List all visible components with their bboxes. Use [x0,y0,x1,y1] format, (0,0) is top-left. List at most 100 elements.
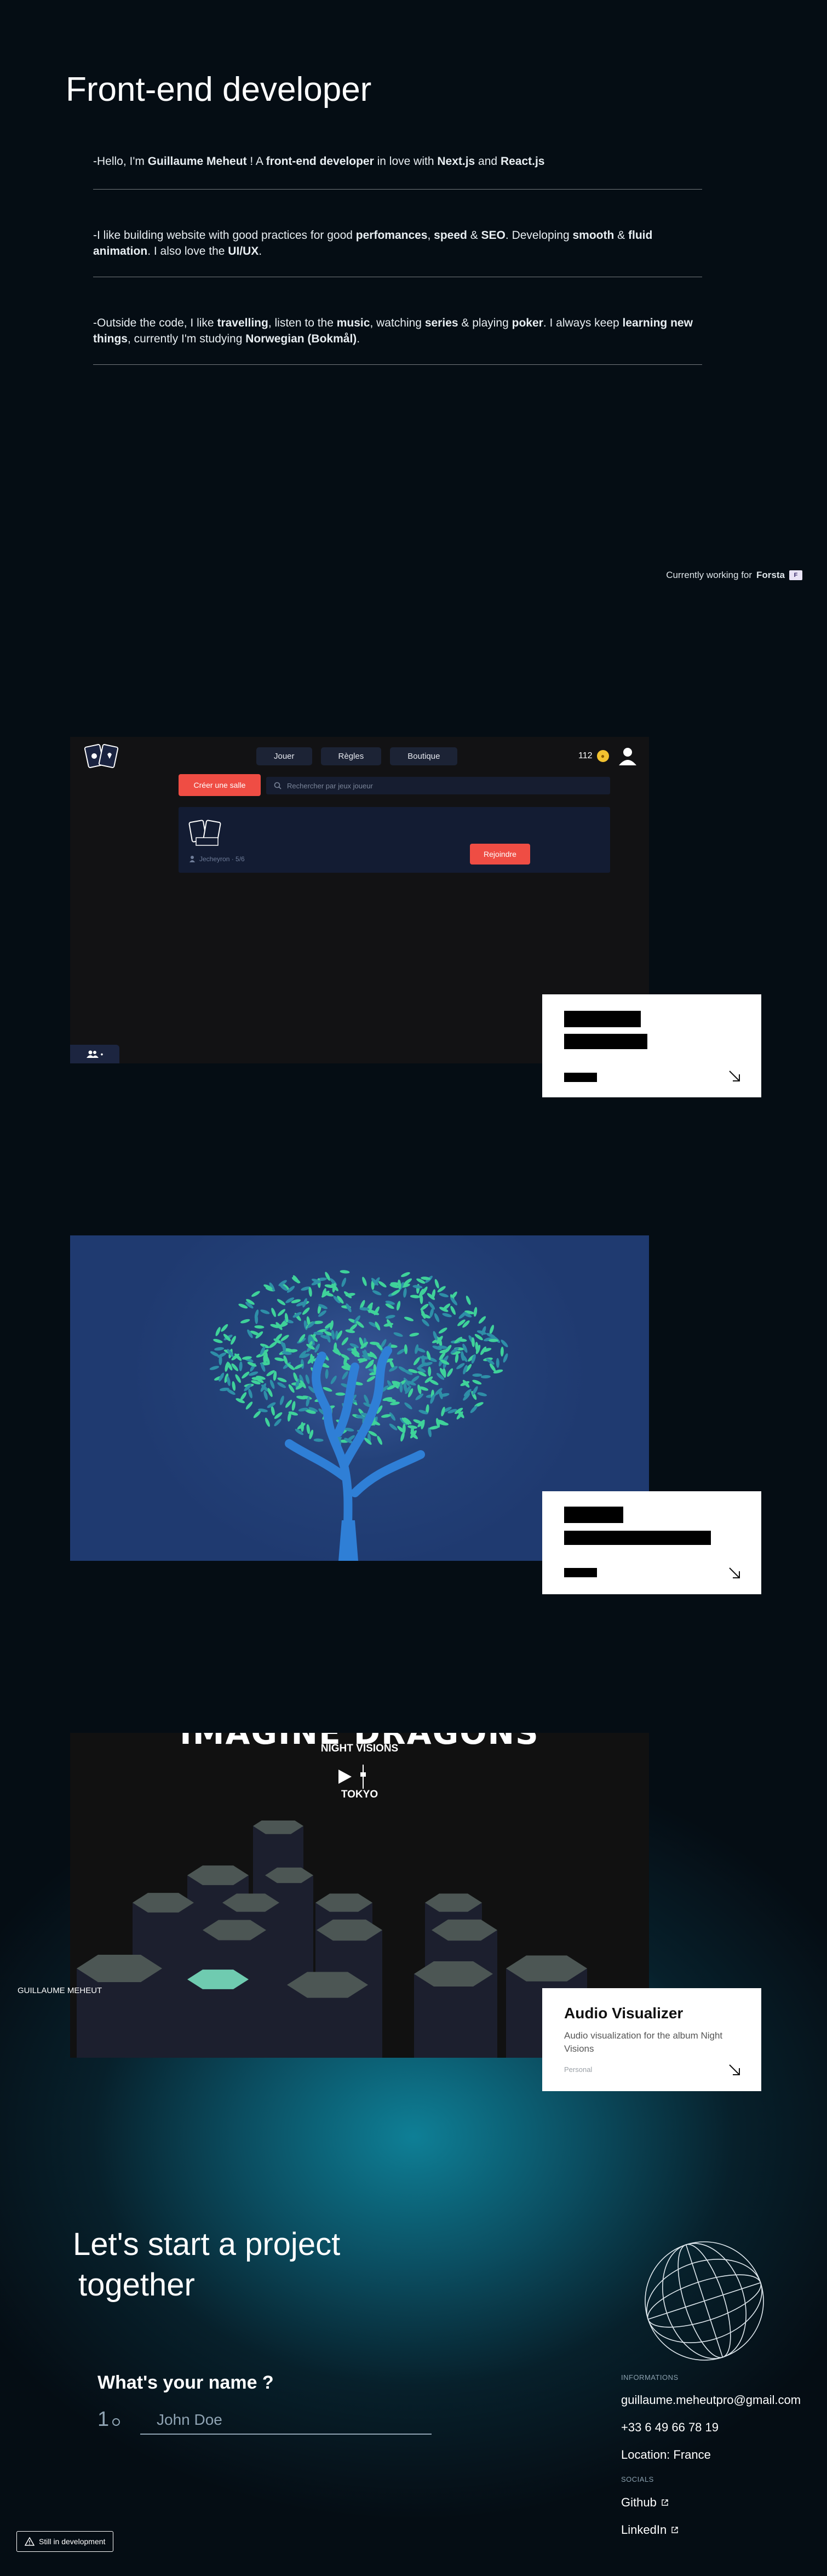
arrow-down-right-icon[interactable] [727,2063,742,2077]
cards-logo-icon [84,744,119,768]
coin-icon: ● [596,750,609,762]
intro-text: & [467,229,481,242]
intro-text: . I also love the [147,245,228,257]
contact-email[interactable]: guillaume.meheutpro@gmail.com [621,2393,801,2407]
user-icon [189,856,195,862]
highlight-text: smooth [572,229,614,242]
player-controls [337,1765,367,1789]
intro-text: . Developing [505,229,573,242]
page-title: Front-end developer [66,71,372,108]
intro-text: , [427,229,434,242]
highlight-text: Norwegian (Bokmål) [245,333,357,345]
redacted-tag [564,1568,597,1577]
highlight-text: Guillaume Meheut [147,155,247,168]
redacted-title [564,1011,641,1027]
volume-slider-icon[interactable] [359,1765,367,1789]
lobby-count: • [100,1050,104,1058]
room-meta: Jecheyron · 5/6 [189,855,245,863]
highlight-text: travelling [217,317,268,329]
redacted-description [564,1531,711,1545]
highlight-text: poker [512,317,543,329]
name-input[interactable] [140,2406,432,2435]
intro-text: -I like building website with good pract… [93,229,356,242]
project-tag: Personal [564,2065,593,2074]
author-name: GUILLAUME MEHEUT [18,1986,102,1995]
contact-title: Let's start a project together [73,2224,340,2305]
players-icon [86,1050,99,1058]
arrow-down-right-icon[interactable] [727,1069,742,1083]
contact-title-line2: together [78,2267,195,2303]
development-badge-text: Still in development [39,2537,106,2546]
socials-heading: SOCIALS [621,2475,654,2483]
intro-text: -Hello, I'm [93,155,148,168]
intro-text: & [614,229,628,242]
project-card-1[interactable] [542,994,761,1097]
intro-text: , listen to the [268,317,337,329]
intro-text: . [357,333,360,345]
divider [93,189,702,190]
highlight-text: SEO [481,229,506,242]
current-employer: Currently working for Forsta F [666,570,802,581]
project-card-audio-visualizer[interactable]: Audio Visualizer Audio visualization for… [542,1988,761,2091]
app-nav: Jouer Règles Boutique [256,747,458,765]
search-placeholder: Rechercher par jeux joueur [287,781,373,790]
highlight-text: speed [434,229,467,242]
divider [93,364,702,365]
intro-hobbies-line: -Outside the code, I like travelling, li… [93,315,702,347]
forsta-logo: F [789,570,802,580]
user-avatar-icon[interactable] [617,745,639,766]
contact-location: Location: France [621,2448,711,2461]
join-room-button[interactable]: Rejoindre [470,844,530,865]
github-label: Github [621,2495,657,2509]
room-card[interactable]: Jecheyron · 5/6 Rejoindre [179,807,610,873]
question-arrow-icon [112,2418,120,2426]
play-icon[interactable] [337,1768,353,1785]
arrow-down-right-icon[interactable] [727,1566,742,1580]
album-name: NIGHT VISIONS [320,1743,399,1754]
nav-rules[interactable]: Règles [320,747,382,765]
redacted-tag [564,1073,597,1082]
intro-text: . [259,245,262,257]
highlight-text: React.js [500,155,545,168]
question-number-value: 1 [97,2408,110,2431]
work-company[interactable]: Forsta [756,570,785,581]
intro-text: & playing [458,317,512,329]
intro-text: ! A [246,155,266,168]
wireframe-globe-icon [645,2241,764,2361]
highlight-text: UI/UX [228,245,259,257]
intro-text: , currently I'm studying [128,333,246,345]
room-logo-icon [188,820,221,846]
create-room-button[interactable]: Créer une salle [179,774,261,796]
project-card-2[interactable] [542,1491,761,1594]
lobby-players-toggle[interactable]: • [70,1045,119,1063]
external-link-icon [671,2527,678,2533]
question-number: 1 [97,2408,120,2431]
project-title: Audio Visualizer [564,2005,684,2022]
search-icon [274,782,282,789]
intro-text: and [475,155,501,168]
intro-text: -Outside the code, I like [93,317,217,329]
coin-count: 112 [578,751,593,760]
intro-text: . I always keep [543,317,623,329]
intro-practices-line: -I like building website with good pract… [93,227,702,259]
contact-title-line1: Let's start a project [73,2226,341,2262]
info-heading: INFORMATIONS [621,2373,679,2382]
nav-play[interactable]: Jouer [256,747,312,765]
project-description: Audio visualization for the album Night … [564,2030,723,2054]
linkedin-link[interactable]: LinkedIn [621,2523,679,2537]
nav-shop[interactable]: Boutique [390,747,458,765]
visualizer-column [187,1979,249,2058]
development-badge: Still in development [16,2531,114,2552]
highlight-text: series [424,317,458,329]
highlight-text: front-end developer [266,155,374,168]
intro-text: , watching [370,317,425,329]
github-link[interactable]: Github [621,2495,669,2510]
redacted-description [564,1034,647,1049]
track-name: TOKYO [341,1789,378,1800]
coin-balance: 112 ● [578,750,609,762]
highlight-text: perfomances [355,229,428,242]
external-link-icon [662,2499,668,2506]
contact-phone[interactable]: +33 6 49 66 78 19 [621,2420,719,2435]
room-search[interactable]: Rechercher par jeux joueur [266,777,610,794]
highlight-text: Next.js [437,155,475,168]
